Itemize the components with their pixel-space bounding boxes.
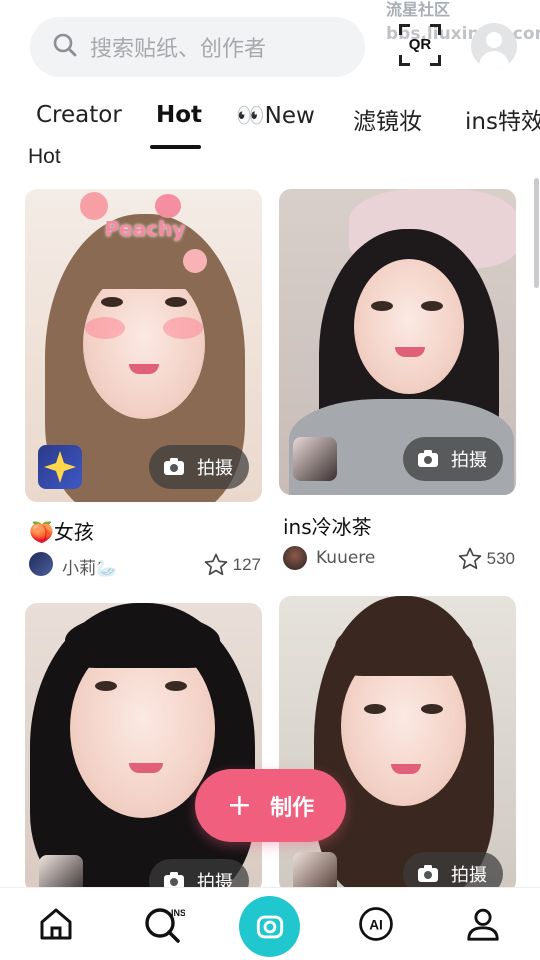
card-image[interactable]: 拍摄 <box>279 189 516 495</box>
tab-creator[interactable]: Creator <box>36 102 122 128</box>
star-icon <box>204 553 227 576</box>
peachy-sticker-text: Peachy <box>104 217 186 241</box>
eye-shape <box>421 301 443 311</box>
watermark-line1: 流星社区 <box>386 0 451 19</box>
qr-corner-icon <box>430 24 441 35</box>
capture-button[interactable]: 拍摄 <box>403 437 503 481</box>
bangs-shape <box>335 618 473 676</box>
blush-shape <box>163 317 203 339</box>
blush-shape <box>85 317 125 339</box>
likes-count: 127 <box>232 555 261 574</box>
ai-icon: AI <box>359 907 393 941</box>
face-shape <box>83 269 205 419</box>
profile-icon <box>467 908 499 941</box>
tab-new[interactable]: 👀New <box>236 102 315 129</box>
card-image[interactable]: 拍摄 <box>279 596 516 893</box>
author-avatar[interactable] <box>283 546 307 570</box>
ai-label: AI <box>369 917 383 932</box>
sticker-card[interactable]: 拍摄 <box>25 603 262 893</box>
create-label: 制作 <box>270 795 315 821</box>
search-input[interactable]: 搜索贴纸、创作者 <box>90 31 266 63</box>
sticker-card[interactable]: 拍摄 ins冷冰茶 Kuuere 530 <box>279 189 516 579</box>
nav-profile[interactable] <box>461 902 505 946</box>
avatar-head-icon <box>486 32 502 48</box>
nav-ins-search[interactable]: INS <box>141 902 185 946</box>
card-image[interactable]: 拍摄 <box>25 603 262 893</box>
tab-hot[interactable]: Hot <box>156 102 202 128</box>
capture-label: 拍摄 <box>197 458 233 479</box>
card-image[interactable]: Peachy 拍摄 <box>25 189 262 502</box>
nav-home[interactable] <box>34 902 78 946</box>
camera-icon <box>418 865 438 882</box>
eye-shape <box>95 681 117 691</box>
user-avatar[interactable] <box>471 23 517 69</box>
eye-shape <box>165 297 187 307</box>
bangs-shape <box>65 613 220 668</box>
eye-shape <box>364 704 386 714</box>
camera-icon <box>164 458 184 475</box>
face-shape <box>354 259 464 394</box>
home-icon <box>40 908 72 940</box>
qr-corner-icon <box>399 55 410 66</box>
ins-search-icon: INS <box>145 908 185 943</box>
bottom-nav: INS AI <box>0 887 540 960</box>
lips-shape <box>129 763 163 773</box>
watermark: 流星社区 bbs.liuxingw.com <box>386 0 540 44</box>
section-title: Hot <box>28 145 61 168</box>
author-name[interactable]: 小莉🦢 <box>62 554 117 579</box>
effect-thumbnail <box>293 437 337 481</box>
search-icon <box>52 32 78 63</box>
capture-button[interactable]: 拍摄 <box>149 445 249 489</box>
card-title: ins冷冰茶 <box>283 515 372 539</box>
camera-icon <box>256 915 283 938</box>
ins-label: INS <box>171 908 185 918</box>
search-bar[interactable]: 搜索贴纸、创作者 <box>30 17 365 77</box>
qr-scan-button[interactable]: QR <box>399 24 441 66</box>
tab-ins-effects[interactable]: ins特效 <box>465 102 540 136</box>
card-meta: 小莉🦢 127 <box>29 552 261 580</box>
likes-counter[interactable]: 127 <box>203 552 261 578</box>
active-tab-indicator <box>150 145 201 149</box>
eye-shape <box>421 704 443 714</box>
peach-sticker-icon <box>80 192 108 220</box>
sticker-card[interactable]: 拍摄 <box>279 596 516 893</box>
card-meta: Kuuere 530 <box>283 546 515 574</box>
plus-icon: + <box>226 788 253 823</box>
camera-icon <box>418 450 438 467</box>
likes-count: 530 <box>486 549 515 568</box>
capture-label: 拍摄 <box>451 450 487 471</box>
peach-sticker-icon <box>183 249 207 273</box>
sticker-card[interactable]: Peachy 拍摄 🍑女孩 小莉🦢 127 <box>25 189 262 584</box>
eye-shape <box>101 297 123 307</box>
capture-label: 拍摄 <box>451 865 487 886</box>
nav-ai[interactable]: AI <box>354 902 398 946</box>
effect-thumbnail <box>38 445 82 489</box>
qr-label: QR <box>408 36 432 53</box>
card-title: 🍑女孩 <box>29 520 94 544</box>
create-button[interactable]: + 制作 <box>195 769 346 842</box>
qr-corner-icon <box>430 55 441 66</box>
heart-sticker-icon <box>155 194 181 218</box>
author-avatar[interactable] <box>29 552 53 576</box>
star-icon <box>458 547 481 570</box>
author-name[interactable]: Kuuere <box>316 548 375 568</box>
eye-shape <box>371 301 393 311</box>
nav-camera[interactable] <box>239 896 300 957</box>
category-tabs: Creator Hot 👀New 滤镜妆 ins特效 <box>0 96 540 142</box>
tab-filter-makeup[interactable]: 滤镜妆 <box>353 102 422 136</box>
likes-counter[interactable]: 530 <box>457 546 515 572</box>
avatar-body-icon <box>479 51 509 69</box>
scrollbar[interactable] <box>534 178 539 288</box>
eye-shape <box>165 681 187 691</box>
qr-corner-icon <box>399 24 410 35</box>
